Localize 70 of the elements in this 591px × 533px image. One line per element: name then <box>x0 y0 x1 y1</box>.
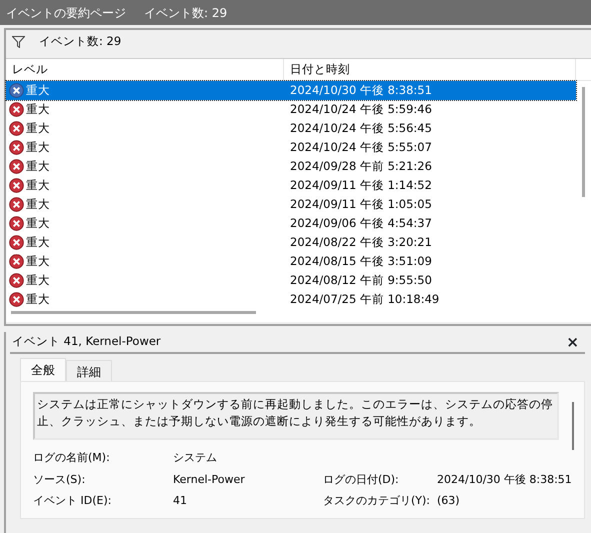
scrollbar-thumb[interactable] <box>582 87 585 197</box>
table-row[interactable]: 重大 2024/08/12 午前 9:55:50 <box>6 271 576 290</box>
level-text: 重大 <box>26 272 50 289</box>
level-text: 重大 <box>26 196 50 213</box>
level-text: 重大 <box>26 82 50 99</box>
table-row[interactable]: 重大 2024/09/11 午後 1:05:05 <box>6 195 576 214</box>
filter-icon[interactable] <box>12 36 25 48</box>
scrollbar-thumb[interactable] <box>572 402 574 450</box>
table-row[interactable]: 重大 2024/08/15 午後 3:51:09 <box>6 252 576 271</box>
table-row[interactable]: 重大 2024/09/28 午前 5:21:26 <box>6 157 576 176</box>
table-row[interactable]: 重大 2024/09/06 午後 4:54:37 <box>6 214 576 233</box>
date-time-text: 2024/08/15 午後 3:51:09 <box>289 252 432 270</box>
level-text: 重大 <box>26 234 50 251</box>
date-time-text: 2024/10/24 午後 5:59:46 <box>289 100 432 118</box>
level-text: 重大 <box>26 120 50 137</box>
table-row[interactable]: 重大 2024/07/25 午前 10:18:49 <box>6 290 576 309</box>
table-row[interactable]: 重大 2024/10/30 午後 8:38:51 <box>6 81 576 100</box>
error-icon <box>9 273 24 288</box>
error-icon <box>9 140 24 155</box>
date-time-text: 2024/09/06 午後 4:54:37 <box>289 214 432 232</box>
field-label: ソース(S): <box>33 472 86 488</box>
error-icon <box>9 235 24 250</box>
date-time-text: 2024/09/11 午後 1:05:05 <box>289 196 432 213</box>
error-icon <box>9 178 24 193</box>
date-time-text: 2024/09/11 午後 1:14:52 <box>289 176 432 194</box>
field-value: (63) <box>437 493 461 509</box>
table-row[interactable]: 重大 2024/10/24 午後 5:55:07 <box>6 138 576 157</box>
level-text: 重大 <box>26 290 50 308</box>
field-value: 2024/10/30 午後 8:38:51 <box>437 472 573 488</box>
date-time-text: 2024/10/24 午後 5:56:45 <box>289 120 432 137</box>
field-value: Kernel-Power <box>173 472 246 488</box>
scrollbar-thumb[interactable] <box>11 311 256 314</box>
error-icon <box>9 102 24 117</box>
error-icon <box>9 121 24 136</box>
date-time-text: 2024/08/22 午後 3:20:21 <box>289 234 432 251</box>
error-icon <box>9 292 24 307</box>
level-text: 重大 <box>26 176 50 194</box>
field-value: 41 <box>173 493 188 509</box>
event-count: イベント数: 29 <box>144 4 228 22</box>
tab[interactable]: 全般 <box>20 358 66 381</box>
event-title: イベント 41, Kernel-Power <box>12 333 161 350</box>
close-button[interactable]: × <box>566 334 579 350</box>
error-icon <box>9 197 24 212</box>
table-row[interactable]: 重大 2024/10/24 午後 5:59:46 <box>6 100 576 119</box>
field-label: ログの日付(D): <box>323 472 400 488</box>
level-text: 重大 <box>26 214 50 232</box>
window-title: イベントの要約ページ <box>6 4 126 22</box>
date-time-text: 2024/10/24 午後 5:55:07 <box>289 138 432 156</box>
table-row[interactable]: 重大 2024/10/24 午後 5:56:45 <box>6 119 576 138</box>
table-row[interactable]: 重大 2024/08/22 午後 3:20:21 <box>6 233 576 252</box>
error-icon <box>9 216 24 231</box>
event-message: システムは正常にシャットダウンする前に再起動しました。このエラーは、システムの応答の停止、クラッシュ、または予期しない電源の遮断により発生する可能性があります。 <box>33 392 559 440</box>
level-text: 重大 <box>26 158 50 175</box>
date-time-text: 2024/07/25 午前 10:18:49 <box>289 290 440 308</box>
field-label: イベント ID(E): <box>33 493 112 509</box>
field-label: ログの名前(M): <box>33 450 111 466</box>
level-text: 重大 <box>26 138 50 156</box>
level-text: 重大 <box>26 100 50 118</box>
date-time-text: 2024/08/12 午前 9:55:50 <box>289 272 432 289</box>
error-icon <box>9 254 24 269</box>
error-icon <box>9 159 24 174</box>
date-time-text: 2024/10/30 午後 8:38:51 <box>289 82 432 99</box>
error-icon <box>9 83 24 98</box>
date-time-text: 2024/09/28 午前 5:21:26 <box>289 158 432 175</box>
field-label: タスクのカテゴリ(Y): <box>323 493 432 509</box>
event-count: イベント数: 29 <box>39 33 122 50</box>
level-text: 重大 <box>26 252 50 270</box>
tab[interactable]: 詳細 <box>66 360 112 381</box>
table-row[interactable]: 重大 2024/09/11 午後 1:14:52 <box>6 176 576 195</box>
field-value: システム <box>173 450 218 466</box>
